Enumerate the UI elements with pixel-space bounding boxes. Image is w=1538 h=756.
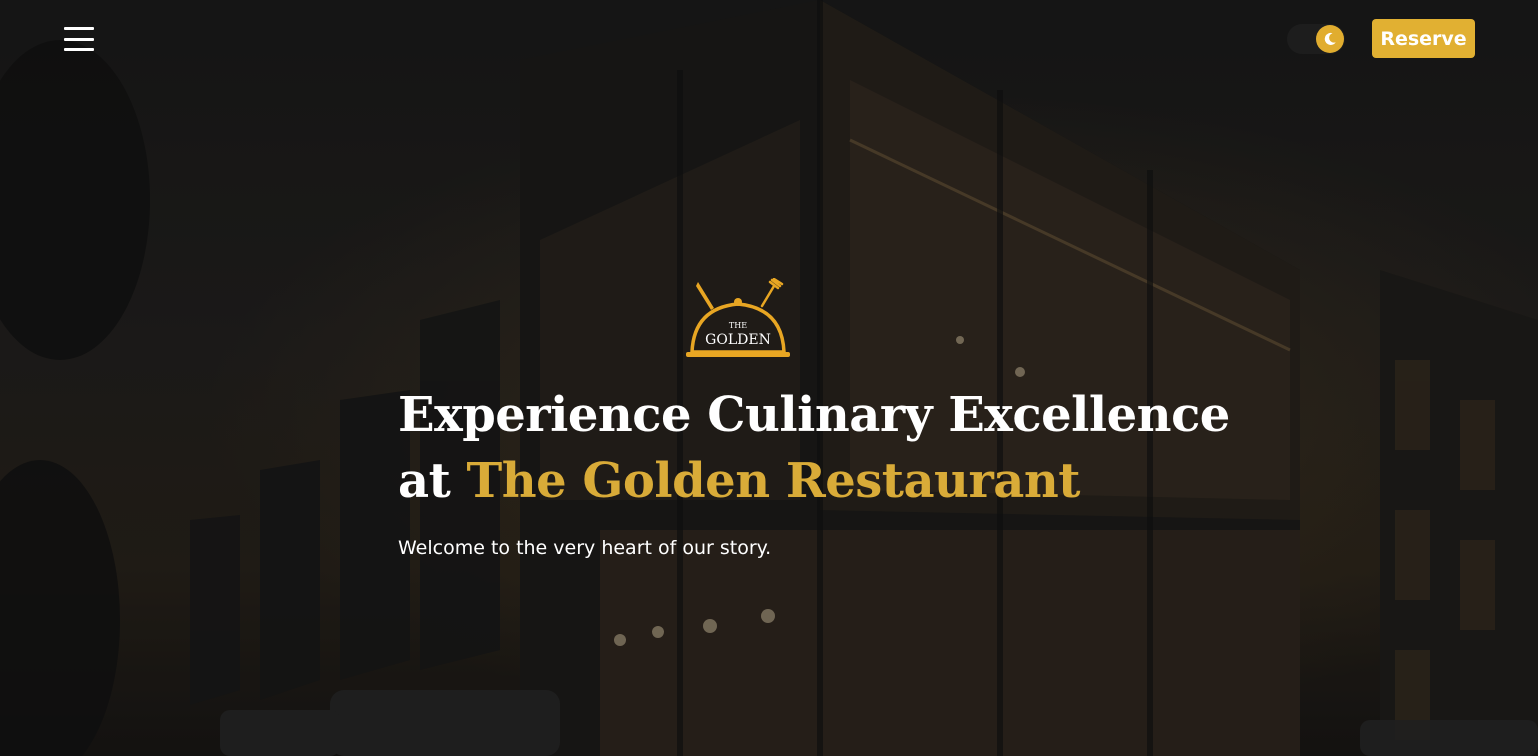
- headline-line1: Experience Culinary Excellence: [398, 387, 1230, 443]
- theme-toggle-knob: [1316, 25, 1344, 53]
- hero-section: Reserve THE GOLDEN Experience Culinary E…: [0, 0, 1538, 756]
- logo-text-bottom: GOLDEN: [705, 332, 771, 348]
- logo-text-top: THE: [729, 321, 747, 330]
- background-overlay: [0, 0, 1538, 756]
- menu-button[interactable]: [64, 27, 94, 51]
- headline-at: at: [398, 453, 451, 509]
- headline-highlight: The Golden Restaurant: [466, 453, 1081, 509]
- hero-subtitle: Welcome to the very heart of our story.: [398, 537, 772, 559]
- hero-headline: Experience Culinary Excellence at The Go…: [398, 382, 1230, 514]
- theme-toggle[interactable]: [1287, 24, 1345, 54]
- hamburger-menu-icon: [64, 27, 94, 30]
- reserve-button[interactable]: Reserve: [1372, 19, 1475, 58]
- restaurant-logo: THE GOLDEN: [684, 277, 792, 360]
- moon-icon: [1324, 32, 1336, 45]
